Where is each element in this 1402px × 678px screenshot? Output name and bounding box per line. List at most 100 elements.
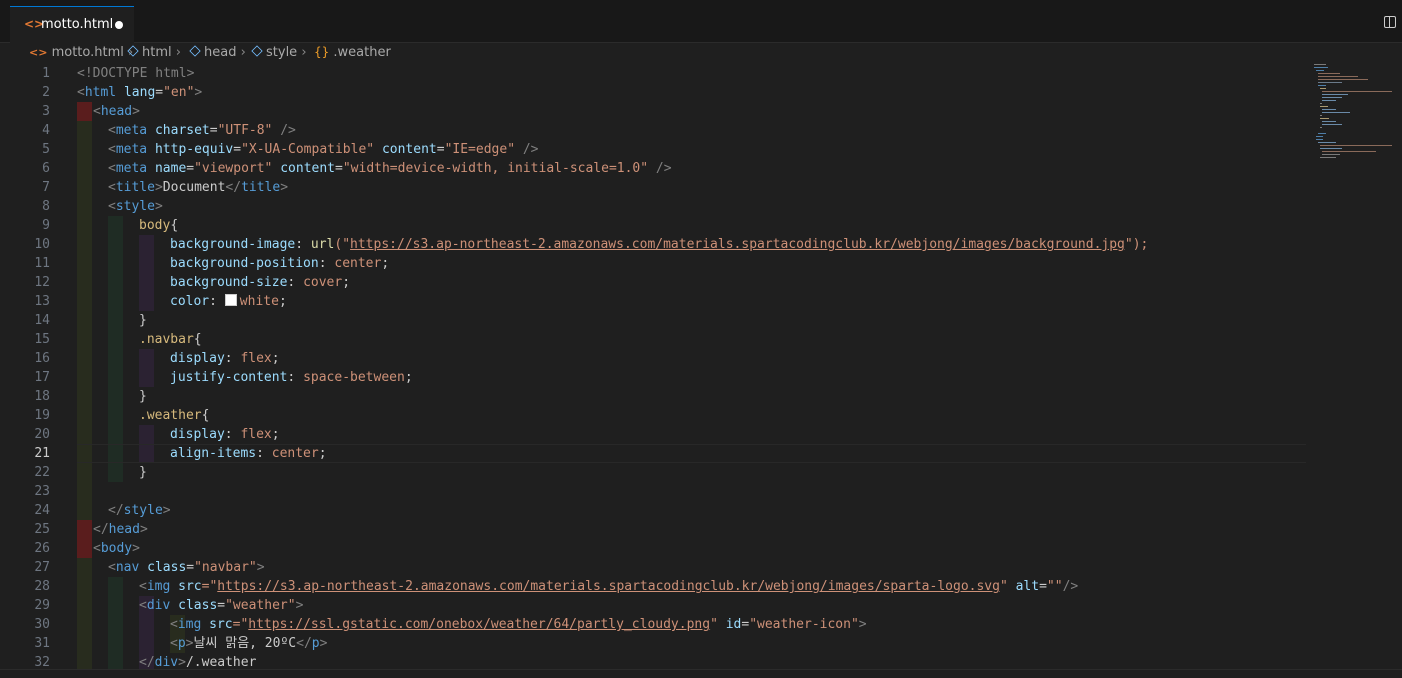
minimap[interactable] bbox=[1312, 64, 1392, 164]
minimap-line bbox=[1322, 94, 1348, 95]
element-icon bbox=[189, 45, 201, 57]
token: ; bbox=[271, 351, 280, 366]
color-swatch-icon[interactable] bbox=[224, 294, 237, 306]
line-number: 29 bbox=[34, 598, 50, 613]
token: "); bbox=[1124, 237, 1149, 252]
minimap-line bbox=[1320, 88, 1326, 89]
token: "viewport" bbox=[194, 161, 273, 176]
token: .weather bbox=[139, 408, 202, 423]
breadcrumb-head[interactable]: head › bbox=[189, 45, 246, 60]
token: > bbox=[256, 560, 265, 575]
token: > bbox=[154, 199, 163, 214]
token: "width=device-width, initial-scale=1.0" bbox=[342, 161, 649, 176]
token: = bbox=[186, 560, 195, 575]
code-line: 29 <div class="weather"> bbox=[0, 596, 1310, 615]
token: body bbox=[139, 218, 171, 233]
token: src bbox=[170, 579, 202, 594]
token: < bbox=[108, 199, 116, 214]
token: url bbox=[310, 237, 335, 252]
line-number: 32 bbox=[34, 655, 50, 669]
token: : bbox=[209, 294, 225, 309]
token: center bbox=[334, 256, 382, 271]
code-line: 30 <img src="https://ssl.gstatic.com/oneb… bbox=[0, 615, 1310, 634]
token: "weather-icon" bbox=[749, 617, 859, 632]
token: id bbox=[717, 617, 742, 632]
token: { bbox=[170, 218, 179, 233]
code-link[interactable]: https://s3.ap-northeast-2.amazonaws.com/… bbox=[217, 579, 1000, 594]
minimap-line bbox=[1320, 106, 1328, 107]
line-number: 16 bbox=[34, 351, 50, 366]
code-line: 12 background-size: cover; bbox=[0, 273, 1310, 292]
breadcrumb-html[interactable]: html › bbox=[127, 45, 181, 60]
token: cover bbox=[303, 275, 343, 290]
token: style bbox=[115, 199, 155, 214]
token: "weather" bbox=[225, 598, 296, 613]
line-number: 31 bbox=[34, 636, 50, 651]
token: justify-content bbox=[170, 370, 288, 385]
split-editor-icon[interactable] bbox=[1384, 16, 1396, 28]
token: flex bbox=[240, 427, 272, 442]
line-number: 3 bbox=[42, 104, 50, 119]
minimap-line bbox=[1318, 82, 1342, 83]
token: </ bbox=[296, 636, 312, 651]
code-link[interactable]: https://s3.ap-northeast-2.amazonaws.com/… bbox=[350, 237, 1125, 252]
line-number: 28 bbox=[34, 579, 50, 594]
line-number: 22 bbox=[34, 465, 50, 480]
minimap-line bbox=[1322, 154, 1340, 155]
code-line: 6 <meta name="viewport" content="width=de… bbox=[0, 159, 1310, 178]
token: (" bbox=[334, 237, 351, 252]
token: </ bbox=[93, 522, 109, 537]
token: : bbox=[287, 275, 304, 290]
breadcrumb-file[interactable]: <> motto.html › bbox=[29, 45, 133, 60]
code-line-active[interactable]: 21 align-items: center; bbox=[0, 444, 1310, 463]
token: </ bbox=[139, 655, 155, 669]
line-number: 7 bbox=[42, 180, 50, 195]
token: nav bbox=[115, 560, 140, 575]
line-number: 8 bbox=[42, 199, 50, 214]
token: title bbox=[241, 180, 281, 195]
token: > bbox=[132, 541, 140, 556]
code-editor[interactable]: 1 <!DOCTYPE html> 2 <html lang="en"> 3 <hea… bbox=[0, 64, 1402, 669]
code-line: 11 background-position: center; bbox=[0, 254, 1310, 273]
code-line: 19 .weather{ bbox=[0, 406, 1310, 425]
token: < bbox=[108, 180, 116, 195]
token: "en" bbox=[163, 85, 195, 100]
token: ; bbox=[278, 294, 287, 309]
line-number: 30 bbox=[34, 617, 50, 632]
minimap-line bbox=[1320, 127, 1322, 128]
token: style bbox=[123, 503, 163, 518]
token: p bbox=[177, 636, 186, 651]
token: display bbox=[170, 351, 225, 366]
code-line: 28 <img src="https://s3.ap-northeast-2.am… bbox=[0, 577, 1310, 596]
line-number: 26 bbox=[34, 541, 50, 556]
code-line: 2 <html lang="en"> bbox=[0, 83, 1310, 102]
code-link[interactable]: https://ssl.gstatic.com/onebox/weather/6… bbox=[248, 617, 710, 632]
code-line: 23 bbox=[0, 482, 1310, 501]
unsaved-dot-icon[interactable] bbox=[115, 21, 123, 29]
line-number: 13 bbox=[34, 294, 50, 309]
token: title bbox=[115, 180, 155, 195]
code-line: 4 <meta charset="UTF-8" /> bbox=[0, 121, 1310, 140]
minimap-line bbox=[1318, 85, 1326, 86]
token: name bbox=[147, 161, 187, 176]
token: { bbox=[193, 332, 202, 347]
tab-motto-html[interactable]: <> motto.html bbox=[10, 6, 134, 43]
token: " bbox=[999, 579, 1008, 594]
line-number: 24 bbox=[34, 503, 50, 518]
token: body bbox=[100, 541, 133, 556]
breadcrumb-weather[interactable]: {} .weather bbox=[314, 45, 391, 60]
token: src bbox=[201, 617, 233, 632]
token: /.weather bbox=[185, 655, 257, 669]
token: { bbox=[201, 408, 210, 423]
minimap-line bbox=[1316, 70, 1324, 71]
token: </ bbox=[108, 503, 124, 518]
minimap-line bbox=[1322, 91, 1392, 92]
token: </ bbox=[225, 180, 242, 195]
token: > bbox=[280, 180, 289, 195]
code-line: 26 <body> bbox=[0, 539, 1310, 558]
code-line: 17 justify-content: space-between; bbox=[0, 368, 1310, 387]
breadcrumb-style[interactable]: style › bbox=[251, 45, 307, 60]
chevron-right-icon: › bbox=[240, 45, 246, 60]
token: } bbox=[139, 313, 147, 328]
token: alt bbox=[1007, 579, 1040, 594]
